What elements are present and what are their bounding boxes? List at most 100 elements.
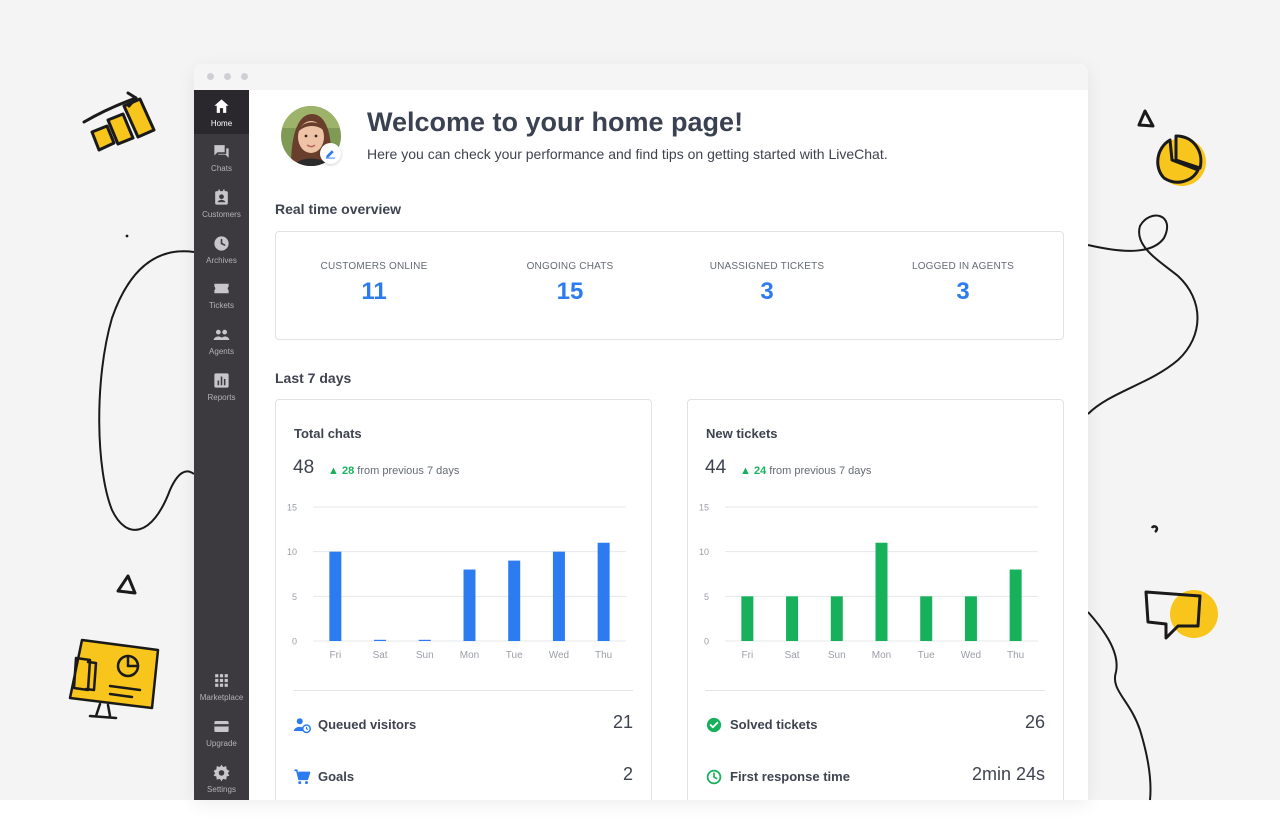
total-chats-chart: 0 5 10 15 Fri Sat Sun Mon Tue Wed Thu bbox=[287, 503, 626, 661]
realtime-overview-card: CUSTOMERS ONLINE 11 ONGOING CHATS 15 UNA… bbox=[275, 231, 1064, 340]
upgrade-icon bbox=[214, 720, 229, 732]
x-tick-label: Tue bbox=[918, 650, 935, 661]
x-tick-label: Thu bbox=[1007, 650, 1024, 661]
stat-label: ONGOING CHATS bbox=[526, 261, 614, 272]
left-loop-doodle bbox=[98, 250, 195, 531]
new-tickets-panel: New tickets 44 ▲ 24 from previous 7 days… bbox=[687, 399, 1064, 800]
y-tick-label: 0 bbox=[292, 637, 297, 647]
bar-thu[interactable] bbox=[597, 542, 610, 641]
bar-mon[interactable] bbox=[463, 569, 476, 641]
pencil-icon bbox=[325, 150, 336, 159]
x-tick-label: Sat bbox=[785, 650, 800, 661]
customers-icon bbox=[215, 189, 228, 205]
archives-icon bbox=[214, 235, 229, 251]
sidebar-item-home[interactable]: Home bbox=[194, 90, 249, 134]
x-tick-label: Wed bbox=[961, 650, 981, 661]
settings-icon bbox=[213, 764, 230, 781]
sidebar-item-label: Upgrade bbox=[206, 738, 237, 748]
stat-value: 15 bbox=[556, 278, 584, 305]
x-tick-label: Mon bbox=[872, 650, 891, 661]
metric-label: Solved tickets bbox=[730, 717, 818, 732]
monitor-doodle-icon bbox=[68, 638, 160, 720]
sidebar-item-marketplace[interactable]: Marketplace bbox=[194, 664, 249, 708]
metric-value: 21 bbox=[612, 712, 633, 732]
sidebar-item-reports[interactable]: Reports bbox=[194, 364, 249, 408]
x-tick-label: Sat bbox=[373, 650, 388, 661]
bar-sat[interactable] bbox=[786, 596, 799, 641]
metric-first-response-time[interactable]: First response time 2min 24s bbox=[705, 764, 1045, 788]
total-chats-panel: Total chats 48 ▲ 28 from previous 7 days… bbox=[275, 399, 652, 800]
clock-icon bbox=[706, 769, 722, 785]
delta-indicator: ▲ 28 from previous 7 days bbox=[328, 465, 459, 477]
y-tick-label: 10 bbox=[699, 547, 709, 557]
y-tick-label: 10 bbox=[287, 547, 297, 557]
edit-avatar-button[interactable] bbox=[320, 143, 341, 164]
window-dot-close[interactable] bbox=[207, 73, 214, 80]
sidebar: Home Chats Customers Archives Tickets Ag… bbox=[194, 90, 249, 800]
sidebar-item-label: Tickets bbox=[208, 300, 235, 310]
last7-section-title: Last 7 days bbox=[275, 370, 352, 386]
stat-label: UNASSIGNED TICKETS bbox=[709, 261, 825, 272]
panel-total: 44 bbox=[705, 457, 727, 478]
bar-sun[interactable] bbox=[830, 596, 843, 641]
bar-wed[interactable] bbox=[552, 551, 565, 641]
stat-value: 11 bbox=[361, 278, 387, 305]
x-tick-label: Mon bbox=[460, 650, 479, 661]
metric-label: Queued visitors bbox=[318, 717, 417, 732]
x-tick-label: Thu bbox=[595, 650, 612, 661]
home-icon bbox=[214, 98, 229, 113]
delta-text: from previous 7 days bbox=[769, 465, 872, 477]
sidebar-item-label: Archives bbox=[206, 255, 237, 265]
dot-doodle bbox=[125, 234, 129, 238]
cart-icon bbox=[294, 769, 311, 785]
metric-label: First response time bbox=[730, 769, 850, 784]
bar-fri[interactable] bbox=[329, 551, 342, 641]
bar-tue[interactable] bbox=[920, 596, 933, 641]
bar-sun[interactable] bbox=[418, 639, 431, 641]
agents-icon bbox=[213, 329, 230, 340]
sidebar-item-settings[interactable]: Settings bbox=[194, 756, 249, 800]
metric-queued-visitors[interactable]: Queued visitors 21 bbox=[293, 712, 633, 736]
sidebar-item-upgrade[interactable]: Upgrade bbox=[194, 710, 249, 754]
sidebar-item-chats[interactable]: Chats bbox=[194, 135, 249, 179]
stat-value: 3 bbox=[760, 278, 774, 305]
sidebar-item-agents[interactable]: Agents bbox=[194, 318, 249, 362]
x-tick-label: Fri bbox=[330, 650, 342, 661]
tickets-icon bbox=[214, 283, 229, 293]
x-tick-label: Fri bbox=[742, 650, 754, 661]
panel-title: New tickets bbox=[706, 426, 778, 441]
bar-tue[interactable] bbox=[508, 560, 521, 641]
sidebar-item-archives[interactable]: Archives bbox=[194, 227, 249, 271]
marketplace-icon bbox=[215, 673, 228, 687]
stat-value: 3 bbox=[956, 278, 970, 305]
bar-sat[interactable] bbox=[374, 639, 387, 641]
bar-fri[interactable] bbox=[741, 596, 754, 641]
window-dot-maximize[interactable] bbox=[241, 73, 248, 80]
delta-text: from previous 7 days bbox=[357, 465, 460, 477]
metric-goals[interactable]: Goals 2 bbox=[293, 764, 633, 788]
main-content: Welcome to your home page! Here you can … bbox=[249, 90, 1088, 800]
metric-solved-tickets[interactable]: Solved tickets 26 bbox=[705, 712, 1045, 736]
x-tick-label: Sun bbox=[416, 650, 434, 661]
right-curve-doodle bbox=[1087, 214, 1199, 415]
window-dot-minimize[interactable] bbox=[224, 73, 231, 80]
y-tick-label: 15 bbox=[699, 503, 709, 513]
sidebar-item-tickets[interactable]: Tickets bbox=[194, 272, 249, 316]
page-subtitle: Here you can check your performance and … bbox=[367, 146, 888, 162]
metric-value: 26 bbox=[1024, 712, 1045, 732]
sidebar-item-customers[interactable]: Customers bbox=[194, 181, 249, 225]
bar-thu[interactable] bbox=[1009, 569, 1022, 641]
x-tick-label: Tue bbox=[506, 650, 523, 661]
panel-divider bbox=[293, 690, 633, 691]
sidebar-item-label: Marketplace bbox=[199, 692, 244, 702]
delta-arrow-up-icon: ▲ bbox=[740, 465, 754, 477]
bar-mon[interactable] bbox=[875, 542, 888, 641]
sidebar-item-label: Home bbox=[210, 118, 233, 128]
panel-title: Total chats bbox=[294, 426, 362, 441]
app-window: Home Chats Customers Archives Tickets Ag… bbox=[194, 64, 1088, 800]
y-tick-label: 15 bbox=[287, 503, 297, 513]
bar-wed[interactable] bbox=[964, 596, 977, 641]
bar-chart-doodle-icon bbox=[82, 91, 156, 152]
triangle-doodle-top-right bbox=[1137, 109, 1155, 128]
x-tick-label: Wed bbox=[549, 650, 569, 661]
